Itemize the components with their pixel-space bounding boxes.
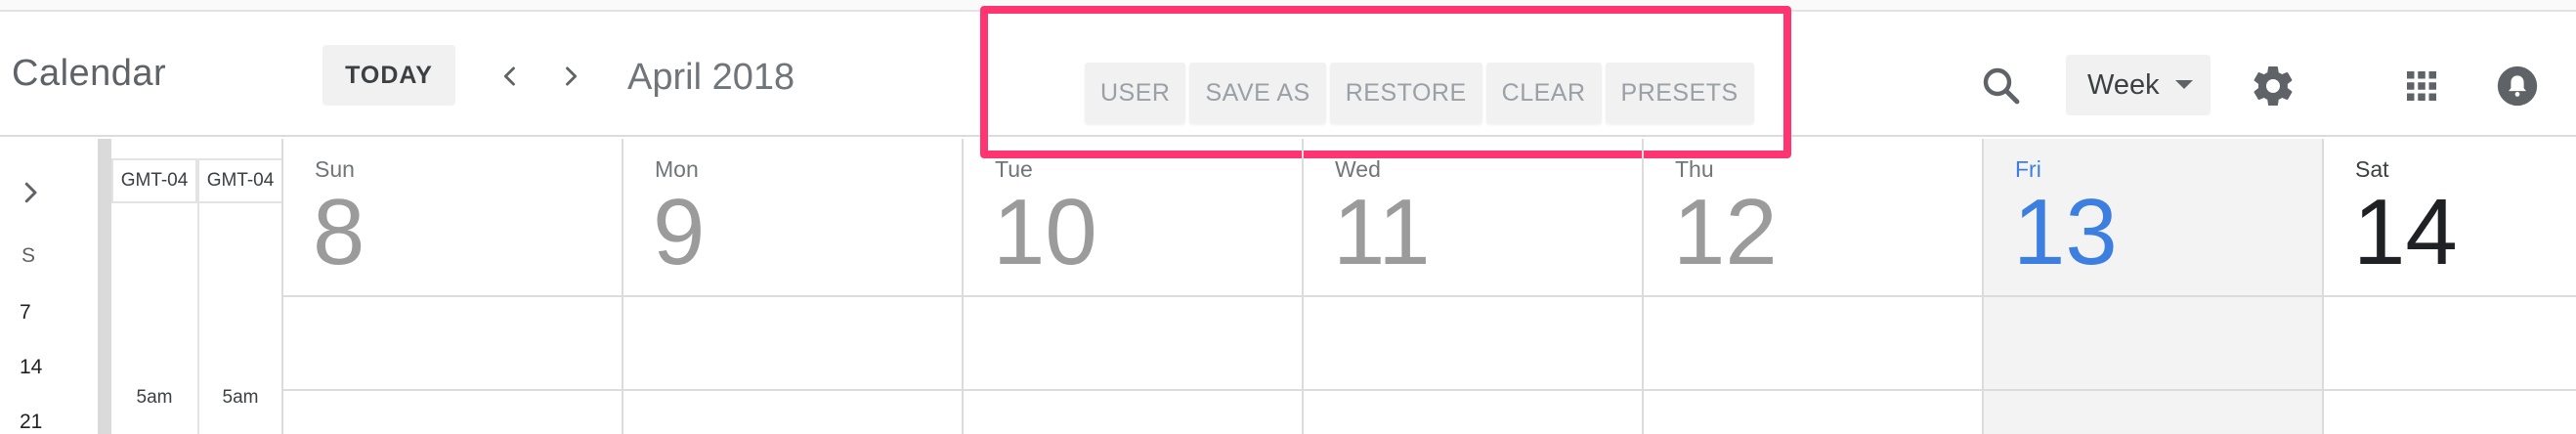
- grid-line: [281, 389, 2576, 391]
- bell-icon[interactable]: [2496, 65, 2539, 108]
- view-select-label: Week: [2087, 68, 2160, 101]
- day-number[interactable]: 14: [2353, 186, 2458, 280]
- mini-day[interactable]: 14: [20, 356, 42, 379]
- search-icon[interactable]: [1978, 63, 2025, 109]
- timezone-label: GMT-04: [197, 158, 283, 203]
- day-number[interactable]: 13: [2013, 186, 2118, 280]
- day-name: Fri: [2015, 156, 2041, 182]
- time-label: 5am: [136, 387, 173, 408]
- scrollbar[interactable]: [98, 139, 111, 434]
- grid-line: [281, 295, 2576, 297]
- mini-weekday-initial: S: [21, 244, 36, 267]
- mini-calendar: S 7 14 21: [0, 139, 98, 434]
- timezone-label: GMT-04: [111, 158, 197, 203]
- mini-day[interactable]: 21: [20, 411, 42, 434]
- day-name: Mon: [655, 156, 699, 182]
- day-number[interactable]: 8: [313, 186, 365, 280]
- view-select[interactable]: Week: [2066, 55, 2211, 115]
- chevron-right-icon[interactable]: [551, 57, 590, 96]
- day-name: Tue: [995, 156, 1033, 182]
- day-name: Sun: [315, 156, 355, 182]
- gear-icon[interactable]: [2250, 63, 2297, 109]
- caret-down-icon: [2175, 80, 2193, 89]
- day-name: Thu: [1675, 156, 1714, 182]
- day-number[interactable]: 10: [993, 186, 1097, 280]
- day-number[interactable]: 9: [653, 186, 705, 280]
- month-label: April 2018: [627, 57, 795, 98]
- apps-grid-icon[interactable]: [2402, 66, 2441, 106]
- day-number[interactable]: 12: [1673, 186, 1778, 280]
- app-title: Calendar: [12, 53, 167, 94]
- chevron-left-icon[interactable]: [491, 57, 530, 96]
- day-name: Wed: [1335, 156, 1381, 182]
- time-label: 5am: [222, 387, 259, 408]
- mini-day[interactable]: 7: [20, 301, 31, 325]
- today-button[interactable]: TODAY: [322, 45, 455, 106]
- chevron-right-icon[interactable]: [16, 178, 45, 207]
- day-number[interactable]: 11: [1333, 186, 1431, 280]
- highlight-annotation-box: [980, 6, 1791, 158]
- day-name: Sat: [2355, 156, 2389, 182]
